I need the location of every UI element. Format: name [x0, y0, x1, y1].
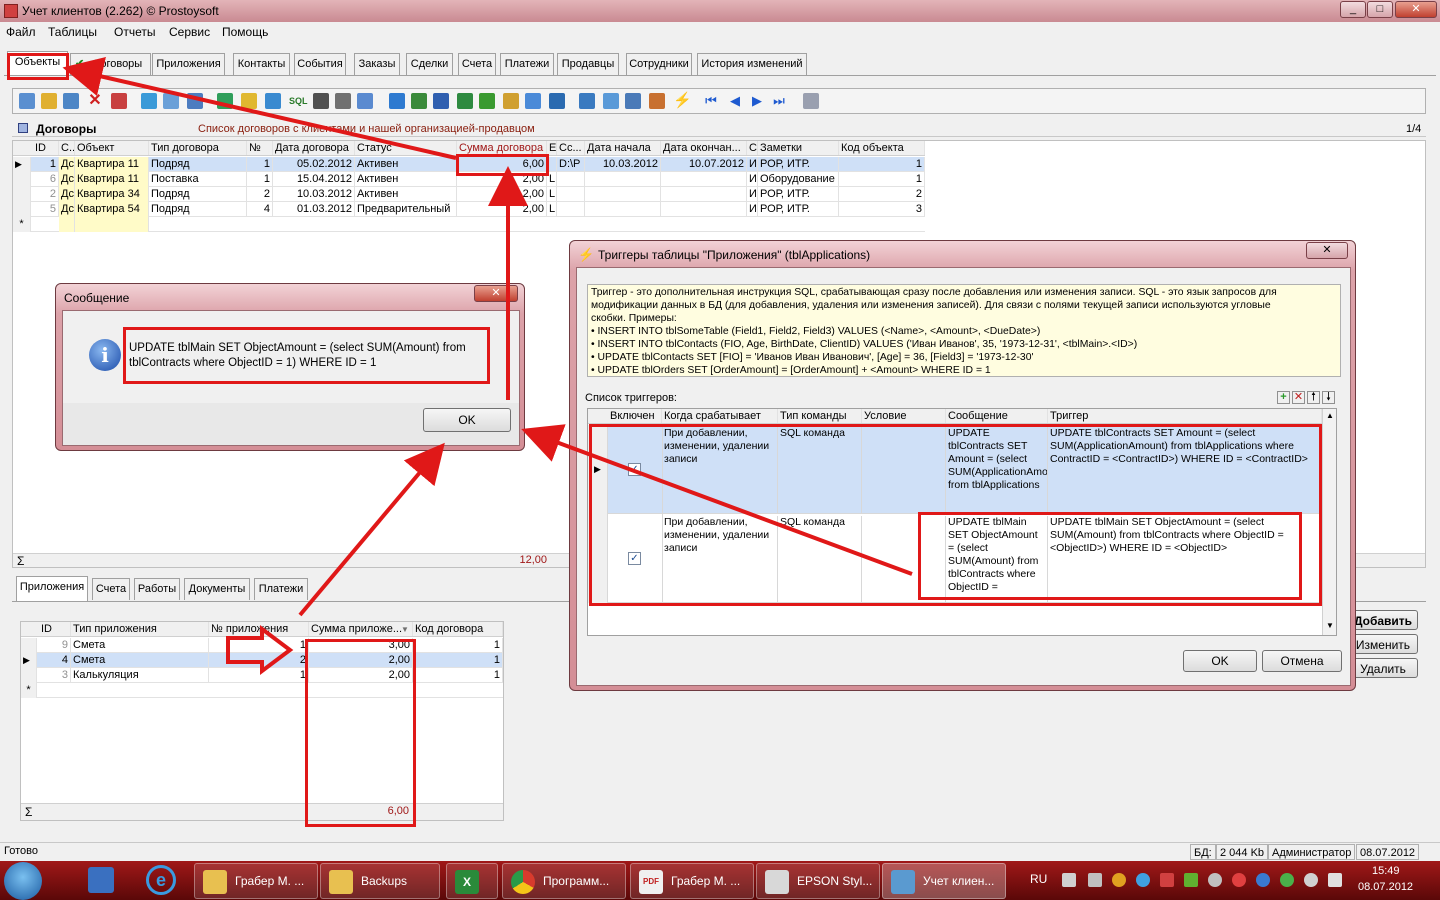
status-text: Готово — [4, 845, 38, 857]
excel-icon: X — [455, 870, 479, 894]
arrow-to-message — [298, 442, 445, 617]
tray-icon-1[interactable] — [1112, 873, 1126, 887]
media-player-icon[interactable] — [88, 867, 114, 893]
app-icon — [891, 870, 915, 894]
tray-icon-8[interactable] — [1304, 873, 1318, 887]
annotation-arrows — [62, 56, 913, 675]
clock-time[interactable]: 15:49 — [1372, 865, 1400, 877]
flag-icon[interactable] — [1328, 873, 1342, 887]
db-label: БД: — [1190, 844, 1216, 860]
volume-icon[interactable] — [1088, 873, 1102, 887]
db-size: 2 044 Kb — [1216, 844, 1269, 860]
taskbar-label: Программ... — [543, 874, 610, 888]
tray-icon-4[interactable] — [1208, 873, 1222, 887]
nvidia-icon[interactable] — [1184, 873, 1198, 887]
taskbar-item-folder-1[interactable]: Грабер М. ... — [194, 863, 318, 899]
taskbar-label: Учет клиен... — [923, 874, 995, 888]
taskbar-item-pdf[interactable]: PDF Грабер М. ... — [630, 863, 754, 899]
tray-icon-2[interactable] — [1136, 873, 1150, 887]
printer-icon — [765, 870, 789, 894]
taskbar-item-chrome[interactable]: Программ... — [502, 863, 626, 899]
tray-icon-3[interactable] — [1160, 873, 1174, 887]
status-user: Администратор — [1268, 844, 1356, 860]
taskbar-item-app[interactable]: Учет клиен... — [882, 863, 1006, 899]
tray-icon-7[interactable] — [1280, 873, 1294, 887]
pdf-icon: PDF — [639, 870, 663, 894]
taskbar-item-excel[interactable]: X — [446, 863, 498, 899]
arrow-to-app-sums — [226, 625, 294, 675]
tray-icon-5[interactable] — [1232, 873, 1246, 887]
taskbar-label: Грабер М. ... — [671, 874, 741, 888]
clock-date[interactable]: 08.07.2012 — [1358, 881, 1413, 893]
status-bar: Готово БД: 2 044 Kb Администратор 08.07.… — [0, 842, 1440, 860]
taskbar-label: EPSON Styl... — [797, 874, 873, 888]
folder-icon — [203, 870, 227, 894]
start-button[interactable] — [4, 862, 42, 900]
arrow-to-objects-tab — [62, 56, 457, 160]
status-date: 08.07.2012 — [1356, 844, 1420, 860]
taskbar-item-backups[interactable]: Backups — [320, 863, 440, 899]
taskbar-label: Грабер М. ... — [235, 874, 305, 888]
network-icon[interactable] — [1062, 873, 1076, 887]
ie-icon[interactable]: e — [146, 865, 176, 895]
taskbar: e Грабер М. ... Backups X Программ... PD… — [0, 861, 1440, 900]
language-indicator[interactable]: RU — [1030, 872, 1047, 886]
taskbar-item-epson[interactable]: EPSON Styl... — [756, 863, 880, 899]
folder-icon — [329, 870, 353, 894]
arrow-from-trigger — [521, 424, 913, 576]
taskbar-label: Backups — [361, 874, 408, 888]
tray-icon-6[interactable] — [1256, 873, 1270, 887]
chrome-icon — [511, 870, 535, 894]
